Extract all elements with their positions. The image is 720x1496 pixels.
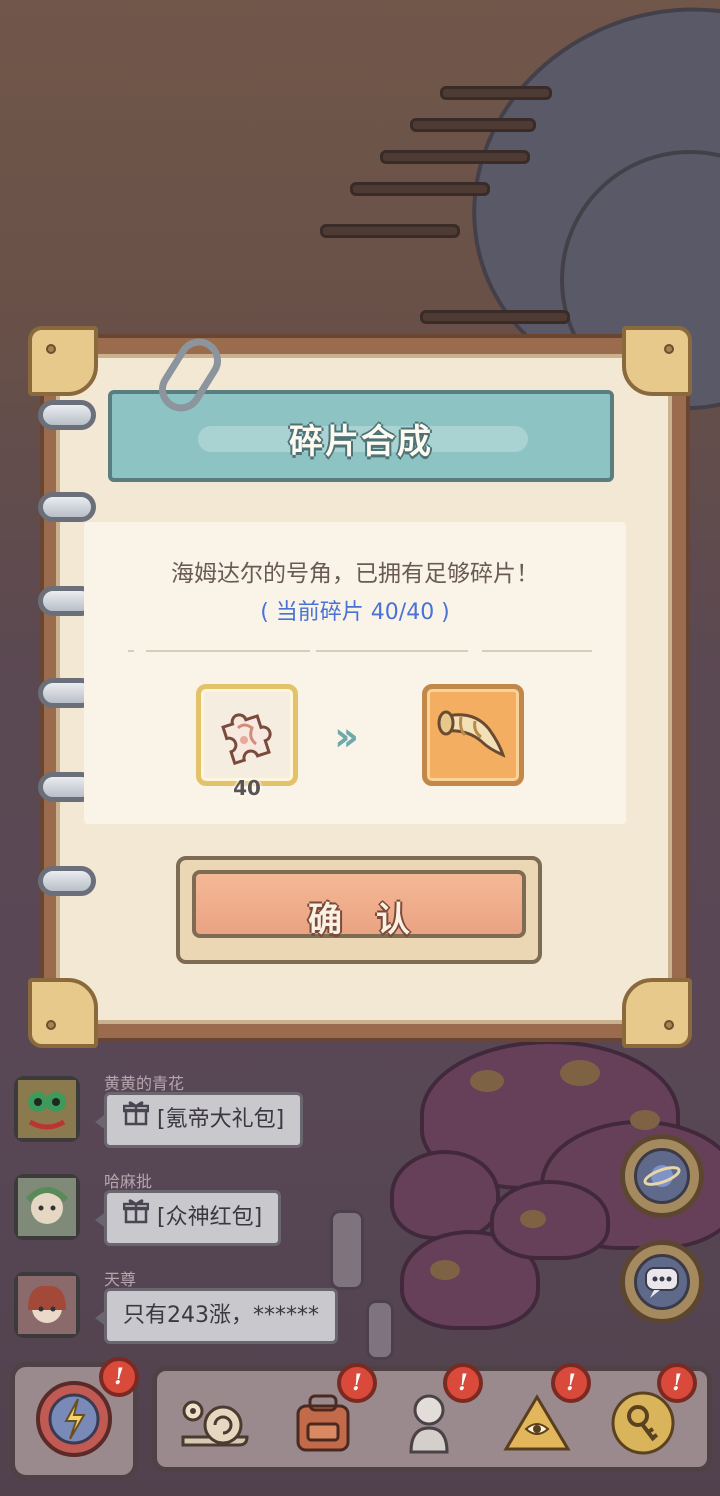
- bottom-nav-bar: ! ! ! !: [152, 1363, 712, 1472]
- binder-ring-icon: [38, 400, 96, 430]
- chat-icon: [634, 1254, 690, 1310]
- notification-badge: !: [337, 1363, 377, 1403]
- statue-button[interactable]: !: [389, 1363, 483, 1465]
- brass-corner: [622, 326, 692, 396]
- fragment-progress: ( 当前碎片 40/40 ): [260, 600, 450, 625]
- chat-bubble[interactable]: [众神红包]: [94, 1190, 282, 1246]
- fragment-count: 40: [233, 776, 261, 800]
- confirm-button-label: 确认: [308, 900, 444, 940]
- key-button[interactable]: !: [603, 1363, 697, 1465]
- notification-badge: !: [99, 1357, 139, 1397]
- planet-icon: [634, 1148, 690, 1204]
- brass-corner: [622, 978, 692, 1048]
- divider: [482, 650, 592, 652]
- divider: [128, 650, 134, 652]
- divider: [316, 650, 468, 652]
- chat-username: 天尊: [104, 1270, 137, 1289]
- chat-username: 黄黄的青花: [104, 1074, 185, 1093]
- fragment-slot[interactable]: [196, 684, 298, 786]
- notification-badge: !: [657, 1363, 697, 1403]
- chat-message-text: [众神红包]: [157, 1205, 263, 1230]
- chat-message-text: 只有243涨，******: [123, 1303, 319, 1328]
- brass-corner: [28, 326, 98, 396]
- pyramid-button[interactable]: !: [497, 1363, 591, 1465]
- chat-button[interactable]: [620, 1240, 704, 1324]
- brass-corner: [28, 978, 98, 1048]
- confirm-button-face: 确认: [192, 870, 526, 940]
- avatar[interactable]: [14, 1174, 80, 1240]
- double-chevron-right-icon: ››: [334, 714, 359, 760]
- chat-bubble[interactable]: 只有243涨，******: [95, 1288, 338, 1344]
- backpack-button[interactable]: !: [283, 1363, 377, 1465]
- confirm-button[interactable]: 确认: [176, 856, 542, 964]
- dialog-title: 碎片合成: [289, 422, 433, 462]
- notification-badge: !: [551, 1363, 591, 1403]
- fragment-synthesis-dialog: 碎片合成 海姆达尔的号角，已拥有足够碎片！ ( 当前碎片 40/40 ) 40 …: [28, 326, 692, 1048]
- pyramid-icon: [502, 1391, 572, 1459]
- compass-button[interactable]: !: [10, 1357, 139, 1480]
- result-item-slot[interactable]: [422, 684, 524, 786]
- synthesis-info-panel: 海姆达尔的号角，已拥有足够碎片！ ( 当前碎片 40/40 ) 40 ››: [84, 522, 626, 824]
- backpack-icon: [290, 1390, 356, 1460]
- statue-icon: [399, 1388, 459, 1462]
- avatar[interactable]: [14, 1272, 80, 1338]
- gjallarhorn-icon: [435, 703, 511, 767]
- chat-message-text: [氪帝大礼包]: [157, 1107, 285, 1132]
- snail-button[interactable]: [175, 1385, 255, 1465]
- binder-ring-icon: [38, 492, 96, 522]
- gift-icon: [122, 1095, 150, 1145]
- avatar[interactable]: [14, 1076, 80, 1142]
- binder-ring-icon: [38, 866, 96, 896]
- notification-badge: !: [443, 1363, 483, 1403]
- chat-username: 哈麻批: [104, 1172, 153, 1191]
- planet-button[interactable]: [620, 1134, 704, 1218]
- snail-icon: [177, 1391, 253, 1459]
- chat-bubble[interactable]: [氪帝大礼包]: [94, 1092, 304, 1148]
- item-description: 海姆达尔的号角，已拥有足够碎片！: [171, 561, 539, 587]
- puzzle-fragment-icon: [212, 698, 282, 772]
- gift-icon: [122, 1193, 150, 1243]
- divider: [146, 650, 310, 652]
